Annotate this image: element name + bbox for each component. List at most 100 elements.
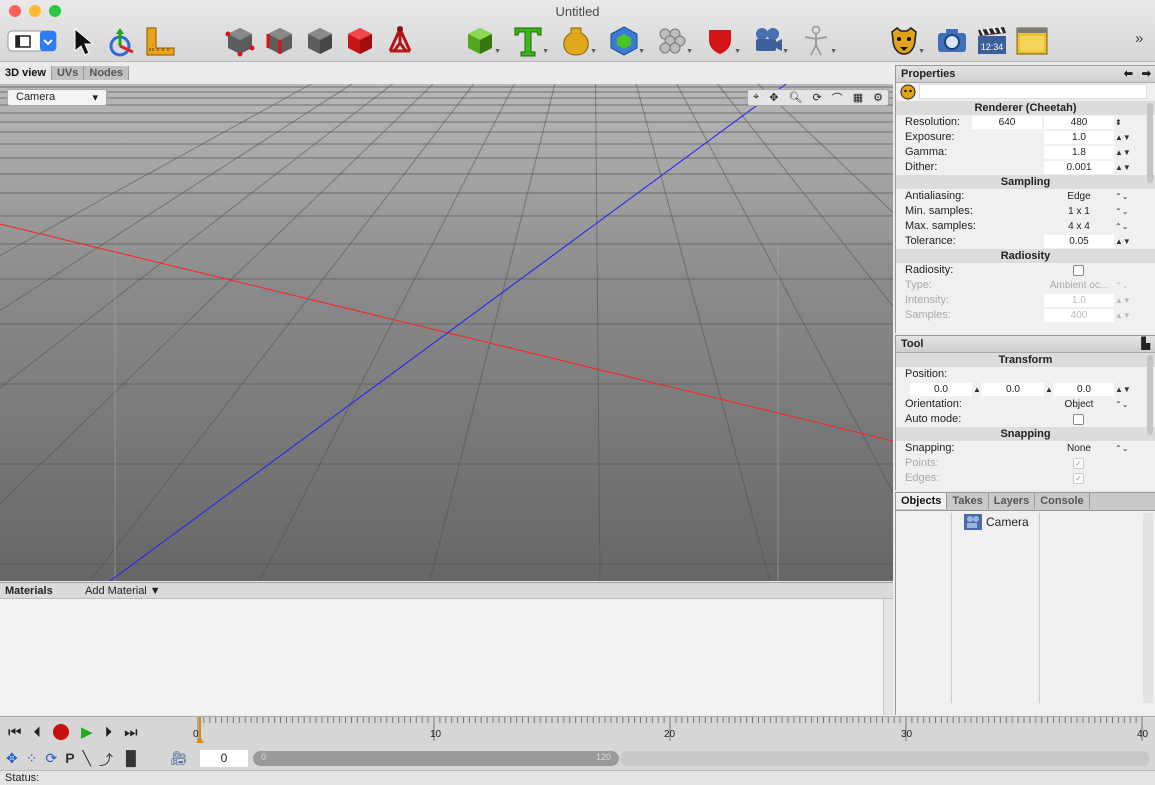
curve-key-icon[interactable]: ⤴ <box>99 750 113 770</box>
tab-3d-view[interactable]: 3D view <box>0 66 52 80</box>
snapping-chevron-icon[interactable]: ⌃⌄ <box>1115 441 1128 456</box>
points-checkbox[interactable]: ✓ <box>1073 458 1084 469</box>
layout-grid-icon[interactable]: ▦ <box>853 91 863 104</box>
cube-vertex-icon[interactable] <box>223 24 257 58</box>
go-to-start-icon[interactable]: ⏮ <box>8 724 22 741</box>
skeleton-icon[interactable] <box>383 24 417 58</box>
toolbar-overflow-button[interactable]: » <box>1135 30 1143 47</box>
materials-area[interactable] <box>0 599 893 715</box>
resolution-link-icon[interactable]: ⬍ <box>1115 115 1122 130</box>
ruler-icon[interactable] <box>143 24 177 58</box>
step-forward-icon[interactable]: ⏵ <box>105 724 113 741</box>
samples-stepper[interactable]: ▲▼ <box>1115 308 1131 323</box>
min-samples-chevron-icon[interactable]: ⌃⌄ <box>1115 204 1128 219</box>
resolution-height-field[interactable]: 480 <box>1044 116 1114 129</box>
graph-key-icon[interactable]: ▐▌ <box>121 750 141 770</box>
tab-takes[interactable]: Takes <box>947 493 989 509</box>
forward-arrow-icon[interactable]: ➡ <box>1142 67 1151 80</box>
go-to-end-icon[interactable]: ⏭ <box>124 724 138 741</box>
range-slider[interactable]: 0 120 <box>253 751 619 766</box>
rotate-key-icon[interactable]: ⟳ <box>45 750 57 770</box>
gear-icon[interactable]: ⚙ <box>873 91 883 104</box>
cheetah-render-icon[interactable]: ▼ <box>887 24 925 58</box>
scale-key-icon[interactable]: ⁘ <box>26 750 38 770</box>
camera-select[interactable]: Camera ▾ <box>7 89 107 106</box>
tab-layers[interactable]: Layers <box>988 493 1036 509</box>
antialiasing-chevron-icon[interactable]: ⌃⌄ <box>1115 189 1128 204</box>
position-z-field[interactable]: 0.0 <box>1054 383 1114 396</box>
gamma-field[interactable]: 1.8 <box>1044 146 1114 159</box>
path-key-icon[interactable]: ╲ <box>83 750 91 770</box>
cube-face-icon[interactable] <box>303 24 337 58</box>
figure-icon[interactable]: ▼ <box>799 24 837 58</box>
position-z-stepper[interactable]: ▲▼ <box>1115 382 1131 397</box>
pan-icon[interactable]: ✥ <box>769 91 778 104</box>
photo-camera-icon[interactable] <box>935 24 969 58</box>
intensity-field[interactable]: 1.0 <box>1044 294 1114 307</box>
object-name-field[interactable] <box>919 84 1147 99</box>
add-material-button[interactable]: Add Material ▼ <box>85 585 161 597</box>
tolerance-stepper[interactable]: ▲▼ <box>1115 234 1131 249</box>
max-samples-chevron-icon[interactable]: ⌃⌄ <box>1115 219 1128 234</box>
orientation-chevron-icon[interactable]: ⌃⌄ <box>1115 397 1128 412</box>
array-icon[interactable]: ▼ <box>607 24 645 58</box>
antialiasing-select[interactable]: Edge <box>1044 189 1114 204</box>
gamma-stepper[interactable]: ▲▼ <box>1115 145 1131 160</box>
record-button[interactable] <box>53 724 70 740</box>
dither-field[interactable]: 0.001 <box>1044 161 1114 174</box>
lathe-tool-icon[interactable]: ▼ <box>559 24 597 58</box>
step-back-icon[interactable]: ⏴ <box>34 724 42 741</box>
edges-checkbox[interactable]: ✓ <box>1073 473 1084 484</box>
cube-object-icon[interactable] <box>343 24 377 58</box>
auto-mode-checkbox[interactable] <box>1073 414 1084 425</box>
factory-icon[interactable]: ▙ <box>1142 337 1150 350</box>
clapper-icon[interactable]: 12:34 <box>975 24 1009 58</box>
tool-scrollbar[interactable] <box>1147 355 1153 435</box>
orbit-icon[interactable]: ⟳ <box>812 91 821 104</box>
position-x-field[interactable]: 0.0 <box>910 383 972 396</box>
text-tool-icon[interactable]: ▼ <box>511 24 549 58</box>
type-chevron-icon[interactable]: ⌃⌄ <box>1115 278 1128 293</box>
camera-key-icon[interactable]: 🎥︎ <box>170 750 188 767</box>
radiosity-checkbox[interactable] <box>1073 265 1084 276</box>
range-track[interactable] <box>620 751 1150 766</box>
exposure-stepper[interactable]: ▲▼ <box>1115 130 1131 145</box>
snapping-select[interactable]: None <box>1044 441 1114 456</box>
resolution-width-field[interactable]: 640 <box>972 116 1042 129</box>
objects-scrollbar[interactable] <box>1143 513 1153 703</box>
back-arrow-icon[interactable]: ⬅ <box>1124 67 1133 80</box>
current-frame-field[interactable]: 0 <box>200 750 248 767</box>
tab-console[interactable]: Console <box>1035 493 1090 509</box>
tab-nodes[interactable]: Nodes <box>84 66 129 80</box>
min-samples-select[interactable]: 1 x 1 <box>1044 204 1114 219</box>
dither-stepper[interactable]: ▲▼ <box>1115 160 1131 175</box>
parameter-key-icon[interactable]: P <box>65 750 74 770</box>
tolerance-field[interactable]: 0.05 <box>1044 235 1114 248</box>
samples-field[interactable]: 400 <box>1044 309 1114 322</box>
orientation-select[interactable]: Object <box>1044 397 1114 412</box>
arrow-select-icon[interactable] <box>63 24 97 58</box>
position-y-field[interactable]: 0.0 <box>982 383 1044 396</box>
materials-scrollbar[interactable] <box>883 599 893 715</box>
tab-objects[interactable]: Objects <box>896 493 948 509</box>
properties-scrollbar[interactable] <box>1147 103 1153 183</box>
zoom-icon[interactable]: 🔍︎ <box>788 91 802 104</box>
subdivide-icon[interactable]: ▼ <box>655 24 693 58</box>
intensity-stepper[interactable]: ▲▼ <box>1115 293 1131 308</box>
view-mode-icon[interactable] <box>6 24 58 58</box>
camera-object-icon[interactable]: ▼ <box>751 24 789 58</box>
playhead[interactable] <box>196 717 204 747</box>
fly-icon[interactable]: ⌒ <box>832 90 843 106</box>
move-scale-tool-icon[interactable] <box>103 24 137 58</box>
tab-uvs[interactable]: UVs <box>51 66 85 80</box>
play-icon[interactable]: ▶ <box>81 723 93 741</box>
cube-edge-icon[interactable] <box>263 24 297 58</box>
max-samples-select[interactable]: 4 x 4 <box>1044 219 1114 234</box>
reset-view-icon[interactable]: ⌖ <box>753 91 759 104</box>
3d-viewport[interactable] <box>0 84 893 581</box>
type-select[interactable]: Ambient oc... <box>1044 278 1114 293</box>
list-item[interactable]: Camera <box>964 513 1029 531</box>
window-icon[interactable] <box>1015 24 1049 58</box>
bevel-shield-icon[interactable]: ▼ <box>703 24 741 58</box>
move-key-icon[interactable]: ✥ <box>6 750 18 770</box>
